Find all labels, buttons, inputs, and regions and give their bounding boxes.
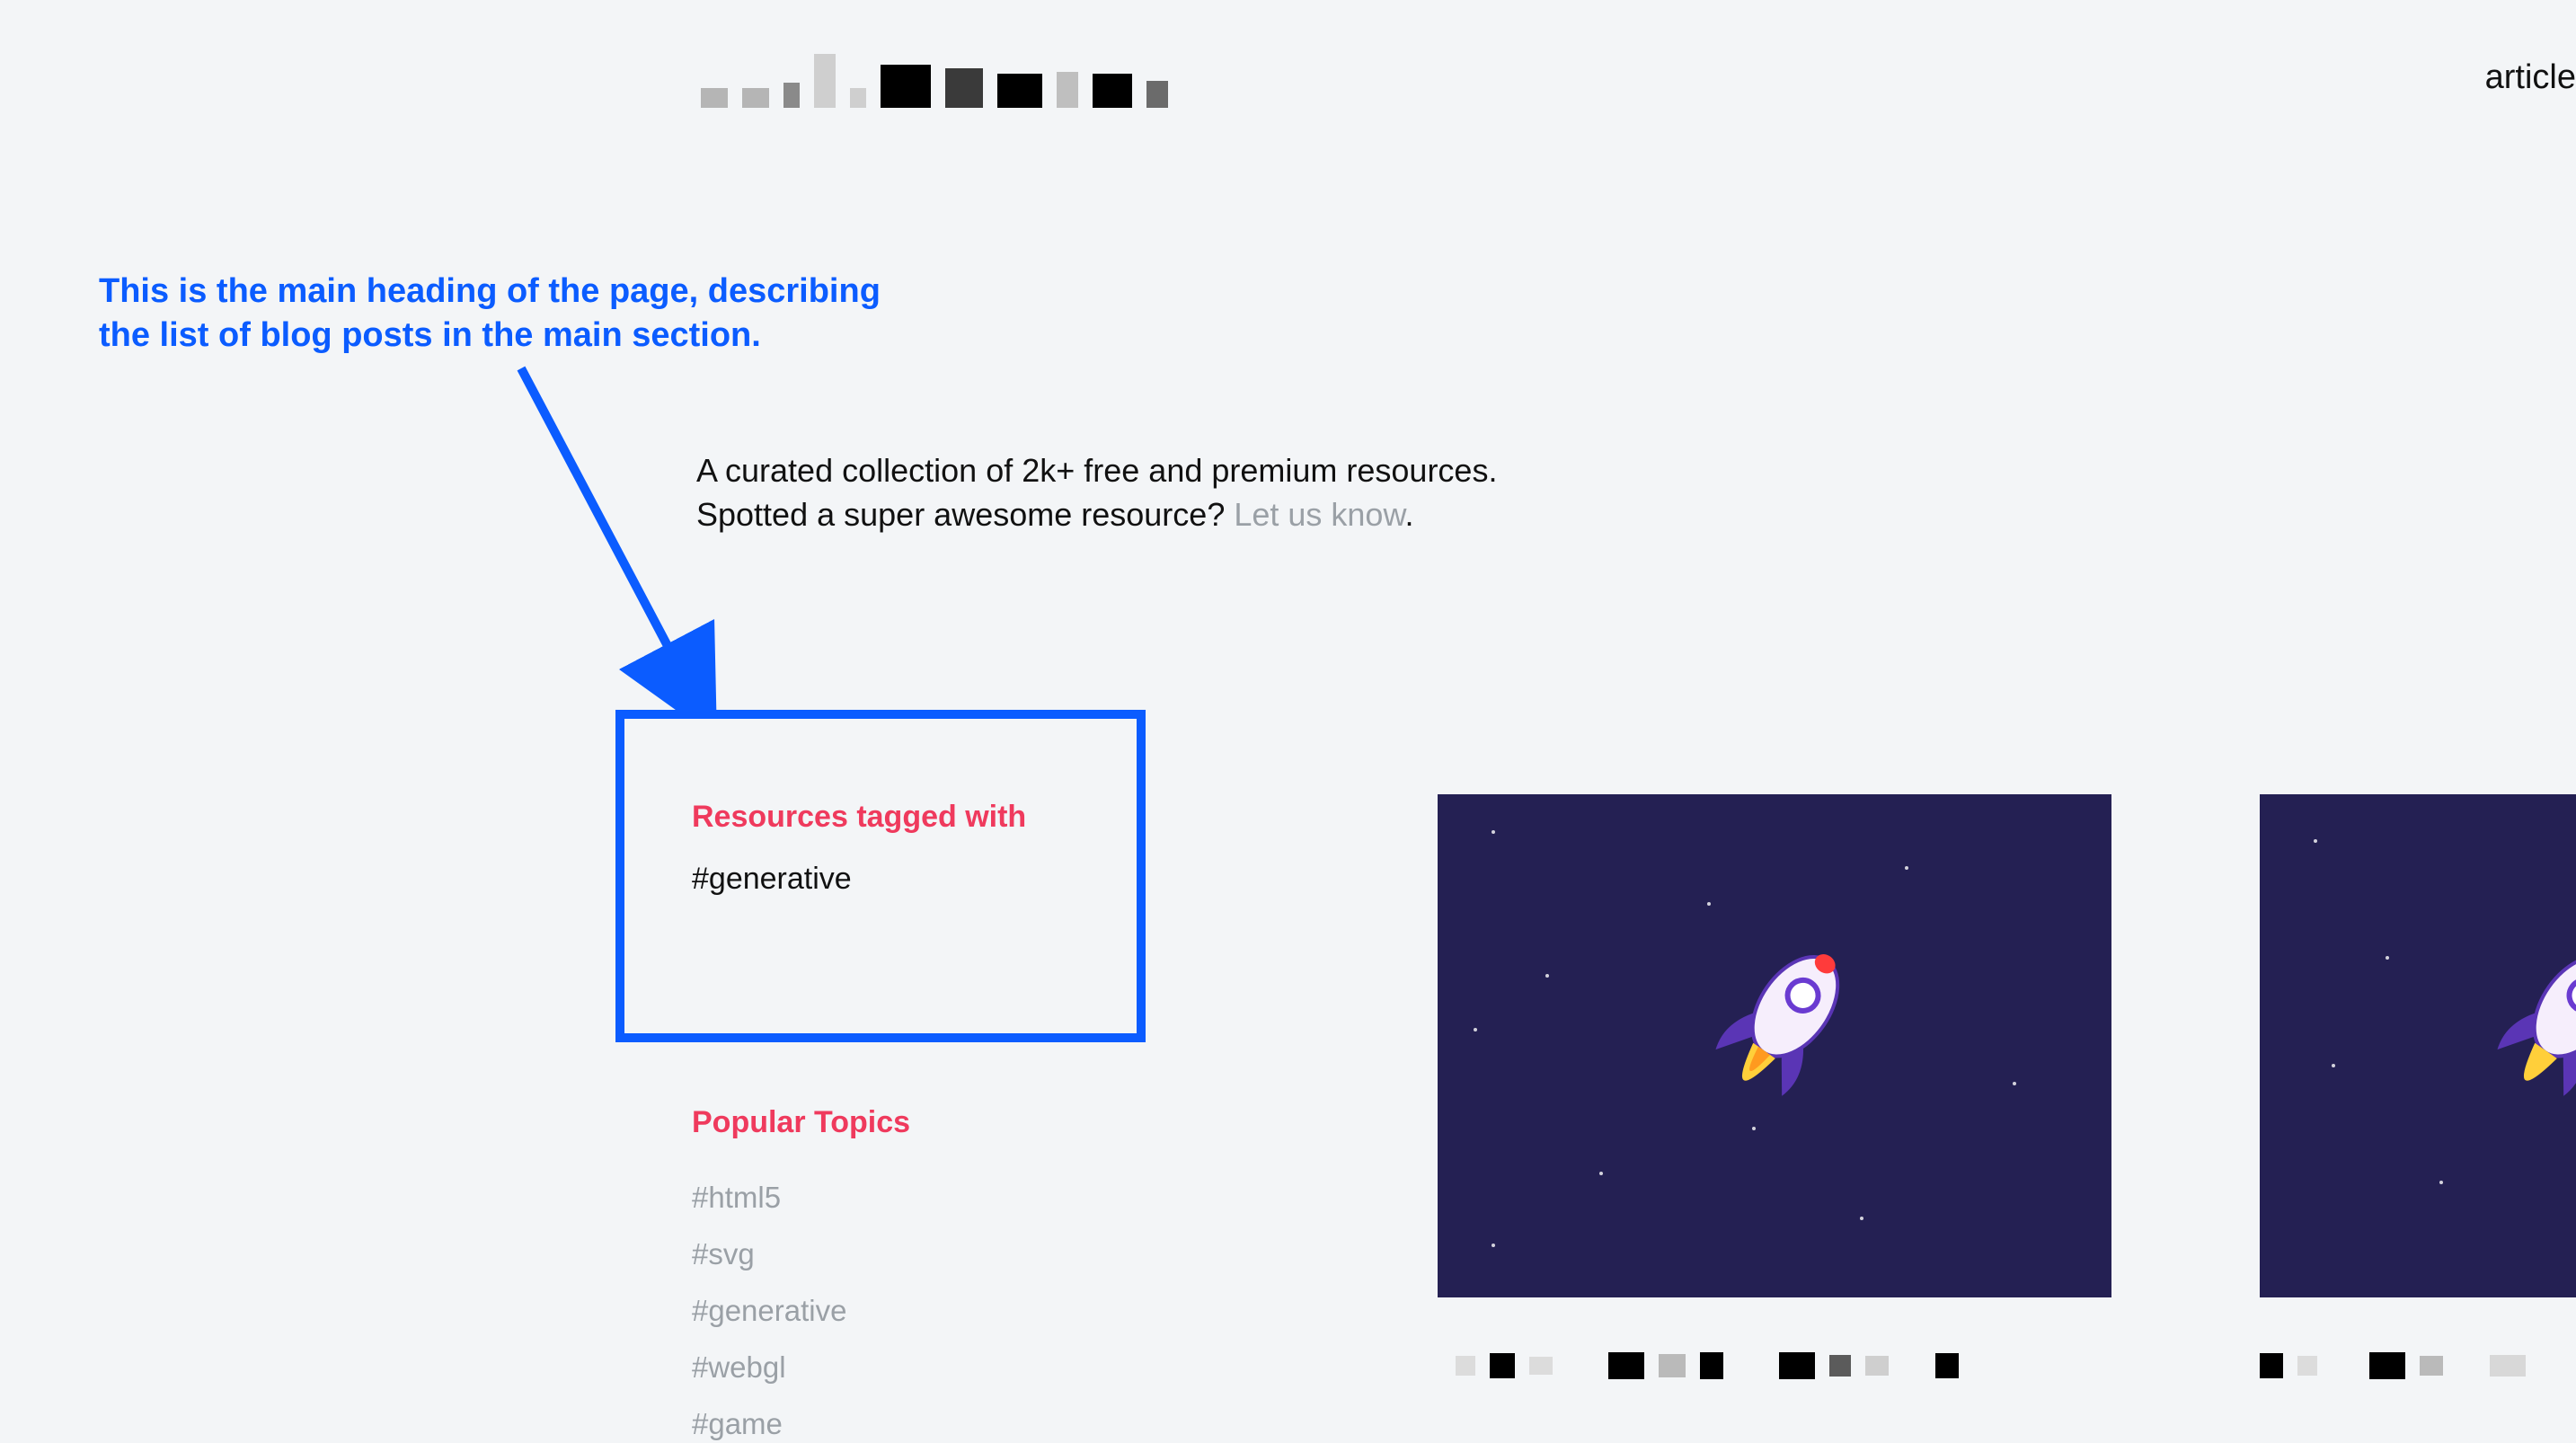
topic-tag[interactable]: #svg [692,1237,910,1271]
topic-tag[interactable]: #webgl [692,1350,910,1385]
topic-tag[interactable]: #generative [692,1294,910,1328]
rocket-icon [1662,916,1886,1155]
annotation-callout: This is the main heading of the page, de… [99,270,881,359]
popular-topics: Popular Topics #html5 #svg #generative #… [692,1105,910,1443]
nav-link-articles[interactable]: article [2485,58,2576,97]
description-text: . [1404,496,1413,533]
site-logo [701,54,1168,108]
page-heading: Resources tagged with [692,800,1137,835]
resource-card-image [1438,794,2111,1297]
annotation-line: the list of blog posts in the main secti… [99,314,881,358]
obscured-text [2260,1352,2526,1379]
topic-tag[interactable]: #html5 [692,1181,910,1215]
resource-card-image [2260,794,2576,1297]
description-line: A curated collection of 2k+ free and pre… [696,449,1497,493]
rocket-icon [2444,916,2576,1155]
annotation-arrow-icon [503,359,719,719]
description-text: Spotted a super awesome resource? [696,496,1234,533]
popular-topics-title: Popular Topics [692,1105,910,1140]
main-heading-highlight: Resources tagged with #generative [615,710,1146,1042]
page-description: A curated collection of 2k+ free and pre… [696,449,1497,536]
annotation-line: This is the main heading of the page, de… [99,270,881,314]
topic-tag[interactable]: #game [692,1407,910,1441]
resource-card[interactable] [1438,794,2111,1297]
page-heading-tag: #generative [692,862,1137,897]
description-line: Spotted a super awesome resource? Let us… [696,493,1497,537]
let-us-know-link[interactable]: Let us know [1234,496,1404,533]
resource-card[interactable] [2260,794,2576,1297]
obscured-text [1456,1352,1959,1379]
